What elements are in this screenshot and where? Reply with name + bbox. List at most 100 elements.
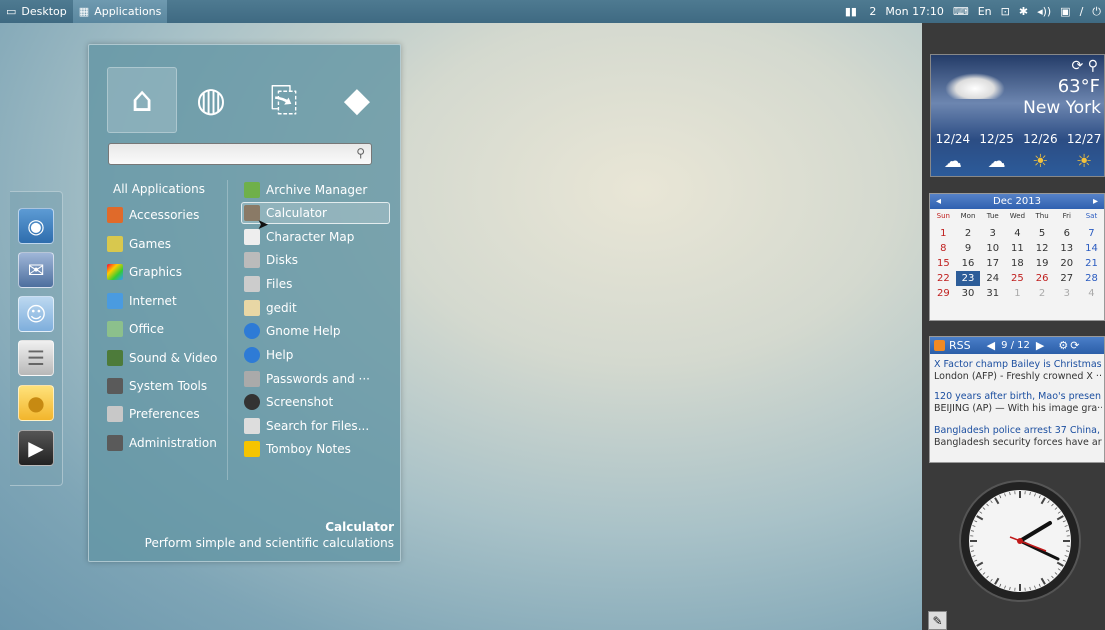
rss-next-button[interactable]: ▶ — [1036, 339, 1044, 352]
app-passwords[interactable]: Passwords and ··· — [244, 368, 370, 390]
archive-manager-icon — [244, 182, 260, 198]
rss-prev-button[interactable]: ◀ — [987, 339, 995, 352]
volume-icon[interactable]: ◂)) — [1037, 5, 1051, 18]
next-month-button[interactable]: ▸ — [1093, 196, 1098, 207]
app-archive-manager[interactable]: Archive Manager — [244, 179, 367, 201]
calendar-day[interactable]: 8 — [931, 241, 956, 256]
grid-icon: ▦ — [78, 5, 90, 18]
battery-icon[interactable]: ▣ — [1060, 5, 1070, 18]
refresh-icon[interactable]: ⟳ — [1072, 58, 1084, 74]
calendar-day[interactable]: 31 — [980, 286, 1005, 301]
browser-icon[interactable]: ◉ — [18, 208, 54, 244]
category-system-tools[interactable]: System Tools — [107, 375, 207, 397]
calendar-day[interactable]: 23 — [955, 271, 981, 286]
calendar-day[interactable]: 20 — [1054, 256, 1079, 271]
app-tomboy-notes[interactable]: Tomboy Notes — [244, 438, 351, 460]
file-cabinet-icon[interactable]: ☰ — [18, 340, 54, 376]
rss-item[interactable]: X Factor champ Bailey is Christmas··· Lo… — [934, 359, 1102, 383]
weather-city: New York — [1023, 98, 1101, 118]
app-gedit[interactable]: gedit — [244, 297, 297, 319]
search-icon[interactable]: ⚲ — [1088, 58, 1098, 74]
diamond-icon[interactable]: ◆ — [322, 67, 392, 133]
applications-button[interactable]: ▦ Applications — [72, 0, 168, 23]
calendar-day[interactable]: 22 — [931, 271, 956, 286]
cheese-icon[interactable]: ● — [18, 385, 54, 421]
mail-icon[interactable]: ✉ — [18, 252, 54, 288]
category-games[interactable]: Games — [107, 233, 171, 255]
app-search-for-files[interactable]: Search for Files... — [244, 415, 369, 437]
sun-cloud-icon: ☀ — [1032, 151, 1049, 172]
app-gnome-help[interactable]: Gnome Help — [244, 320, 341, 342]
calendar-day[interactable]: 29 — [931, 286, 956, 301]
calendar-day[interactable]: 10 — [980, 241, 1005, 256]
calendar-day[interactable]: 13 — [1054, 241, 1079, 256]
calendar-day[interactable]: 12 — [1030, 241, 1055, 256]
calendar-day[interactable]: 6 — [1054, 226, 1079, 241]
screen-icon[interactable]: ⊡ — [1001, 5, 1010, 18]
calendar-day[interactable]: 25 — [1005, 271, 1030, 286]
search-input[interactable] — [113, 146, 343, 162]
calendar-day[interactable]: 16 — [956, 256, 981, 271]
calendar-day[interactable]: 3 — [1054, 286, 1079, 301]
calendar-day[interactable]: 28 — [1079, 271, 1104, 286]
power-icon[interactable]: ⏻ — [1092, 5, 1101, 19]
calendar-day[interactable]: 1 — [931, 226, 956, 241]
category-graphics[interactable]: Graphics — [107, 261, 182, 283]
calendar-day[interactable]: 17 — [980, 256, 1005, 271]
app-disks[interactable]: Disks — [244, 249, 298, 271]
pencil-icon[interactable]: ✎ — [928, 611, 947, 630]
calendar-day[interactable]: 27 — [1054, 271, 1079, 286]
folder-icon[interactable]: ⎘ — [249, 67, 319, 133]
calendar-day[interactable]: 18 — [1005, 256, 1030, 271]
app-screenshot[interactable]: Screenshot — [244, 391, 333, 413]
desktop-button[interactable]: ▭ Desktop — [0, 0, 73, 23]
category-all-applications[interactable]: All Applications — [113, 178, 205, 200]
calendar-day[interactable]: 2 — [956, 226, 981, 241]
category-office[interactable]: Office — [107, 318, 164, 340]
category-accessories[interactable]: Accessories — [107, 204, 199, 226]
calendar-day[interactable]: 26 — [1030, 271, 1055, 286]
weather-widget[interactable]: ⟳ ⚲ 63°F New York 12/24 12/25 12/26 12/2… — [930, 54, 1105, 177]
calendar-day[interactable]: 4 — [1079, 286, 1104, 301]
calendar-day[interactable]: 2 — [1030, 286, 1055, 301]
keyboard-icon[interactable]: ⌨ — [953, 5, 969, 18]
chat-icon[interactable]: ☺ — [18, 296, 54, 332]
calendar-day[interactable]: 5 — [1030, 226, 1055, 241]
search-files-icon — [244, 418, 260, 434]
category-sound-video[interactable]: Sound & Video — [107, 347, 217, 369]
category-internet[interactable]: Internet — [107, 290, 177, 312]
gear-icon[interactable]: ⚙ — [1058, 339, 1068, 352]
globe-icon[interactable]: ◍ — [176, 67, 246, 133]
rss-item-summary: BEIJING (AP) — With his image gra··· — [934, 403, 1102, 414]
help-icon — [244, 347, 260, 363]
category-administration[interactable]: Administration — [107, 432, 217, 454]
app-files[interactable]: Files — [244, 273, 292, 295]
video-icon[interactable]: ▶ — [18, 430, 54, 466]
calendar-day[interactable]: 19 — [1030, 256, 1055, 271]
home-icon[interactable]: ⌂ — [107, 67, 177, 133]
calendar-day[interactable]: 11 — [1005, 241, 1030, 256]
prev-month-button[interactable]: ◂ — [936, 196, 941, 207]
calendar-day[interactable]: 4 — [1005, 226, 1030, 241]
category-preferences[interactable]: Preferences — [107, 403, 200, 425]
pen-icon[interactable]: ∕ — [1080, 5, 1084, 18]
calendar-day[interactable]: 7 — [1079, 226, 1104, 241]
clock-label[interactable]: Mon 17:10 — [885, 5, 943, 18]
calendar-day[interactable]: 30 — [956, 286, 981, 301]
app-help[interactable]: Help — [244, 344, 293, 366]
calendar-day[interactable]: 24 — [980, 271, 1005, 286]
rss-item[interactable]: Bangladesh police arrest 37 China, ··· B… — [934, 425, 1102, 449]
calendar-day[interactable]: 14 — [1079, 241, 1104, 256]
search-field[interactable]: ⚲ — [108, 143, 372, 165]
refresh-icon[interactable]: ⟳ — [1070, 339, 1079, 352]
calendar-day[interactable]: 9 — [956, 241, 981, 256]
calendar-day[interactable]: 15 — [931, 256, 956, 271]
weekday-label: Tue — [986, 212, 999, 220]
calendar-day[interactable]: 3 — [980, 226, 1005, 241]
rss-item[interactable]: 120 years after birth, Mao's presen··· B… — [934, 391, 1102, 415]
calendar-day[interactable]: 1 — [1005, 286, 1030, 301]
workspace-switcher[interactable]: ▮▮ 2 — [845, 5, 877, 18]
bluetooth-icon[interactable]: ✱ — [1019, 5, 1028, 18]
language-indicator[interactable]: En — [978, 5, 992, 18]
calendar-day[interactable]: 21 — [1079, 256, 1104, 271]
